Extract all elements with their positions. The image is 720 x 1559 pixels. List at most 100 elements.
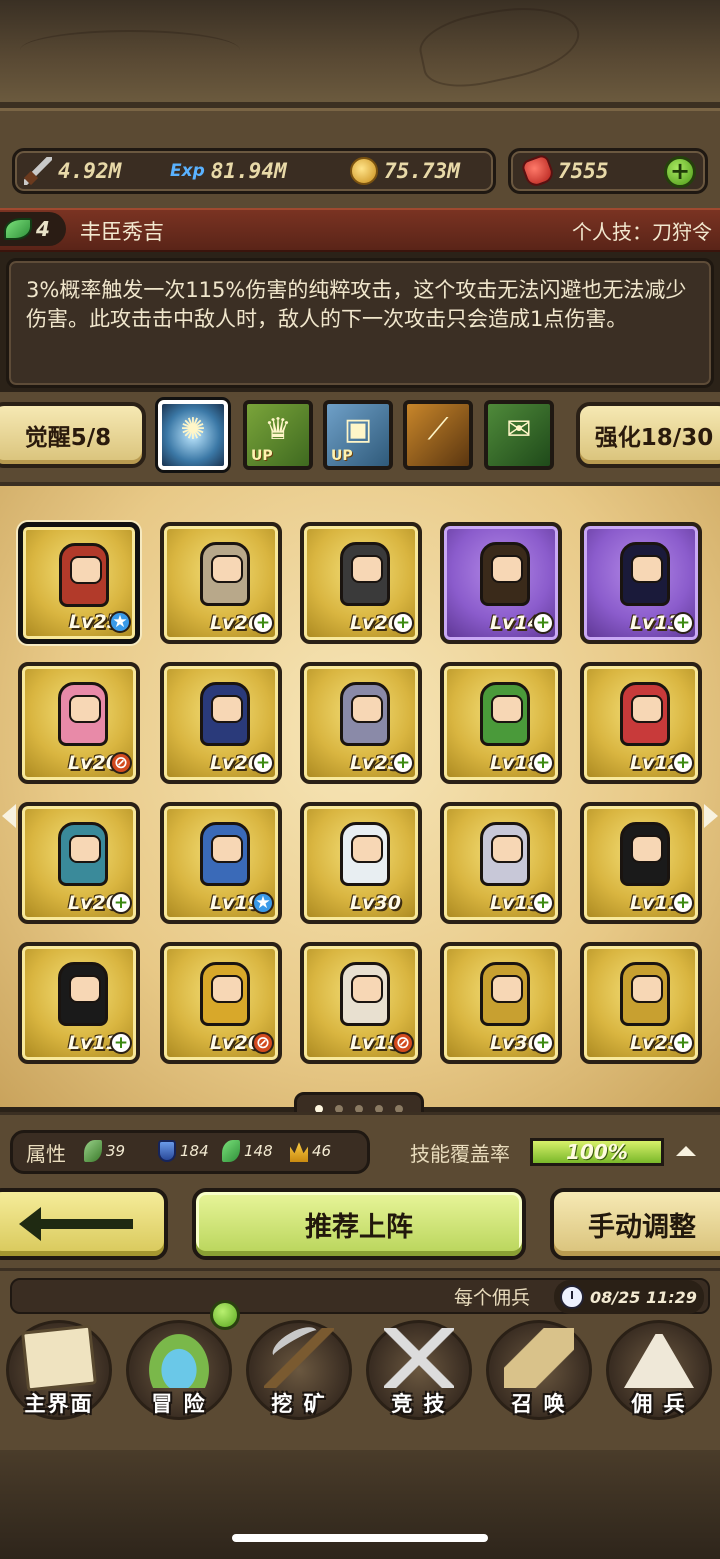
nav-label: 冒 险: [151, 1392, 207, 1416]
hero-card[interactable]: Lv30 +: [440, 942, 562, 1064]
hero-card[interactable]: Lv20 ⊘: [18, 662, 140, 784]
hero-card[interactable]: Lv18 +: [440, 662, 562, 784]
hero-sprite: [340, 962, 390, 1026]
nav-adventure[interactable]: 冒 险: [120, 1318, 238, 1422]
world-map-backdrop: [0, 0, 720, 108]
nav-mercenary[interactable]: 佣 兵: [600, 1318, 718, 1422]
leaf-icon: [84, 1140, 102, 1162]
attack-value: 4.92M: [58, 159, 122, 183]
notification-dot: [210, 1300, 240, 1330]
gem-icon: [222, 1140, 240, 1162]
map-sketch: [414, 0, 586, 96]
nav-label: 召 唤: [511, 1392, 567, 1416]
hero-sprite: [200, 822, 250, 886]
skill-slot-awaken[interactable]: ✺: [158, 400, 228, 470]
hero-card[interactable]: Lv23 +: [300, 662, 422, 784]
prev-page-arrow[interactable]: [2, 804, 16, 828]
sword-icon: [24, 157, 52, 185]
home-indicator[interactable]: [232, 1534, 488, 1542]
skill-coverage-bar: 100%: [530, 1138, 664, 1166]
skill-slot-weapon[interactable]: ⟋: [403, 400, 473, 470]
plus-badge-icon: +: [532, 892, 554, 914]
plus-badge-icon: +: [110, 892, 132, 914]
exp-icon: Exp: [170, 161, 205, 181]
add-gems-button[interactable]: +: [664, 156, 696, 188]
hero-card[interactable]: Lv26 +: [160, 522, 282, 644]
shield-icon: ▣: [343, 412, 373, 447]
plus-badge-icon: +: [532, 752, 554, 774]
gem-icon: [520, 153, 556, 189]
blocked-badge-icon: ⊘: [252, 1032, 274, 1054]
skill-slot-shield-up[interactable]: ▣ UP: [323, 400, 393, 470]
hero-card[interactable]: Lv14 +: [440, 522, 562, 644]
hero-level: 4: [36, 217, 50, 241]
hero-card[interactable]: Lv19 ★: [160, 802, 282, 924]
hero-sprite: [340, 682, 390, 746]
attr-shield-value: 184: [180, 1142, 209, 1160]
attr-leaf-value: 39: [106, 1142, 126, 1160]
plus-badge-icon: +: [392, 752, 414, 774]
nav-summon[interactable]: 召 唤: [480, 1318, 598, 1422]
plus-badge-icon: +: [532, 1032, 554, 1054]
back-button[interactable]: [0, 1188, 168, 1260]
nav-label: 主界面: [24, 1392, 94, 1416]
gem-resource: 7555: [520, 153, 609, 189]
nav-label: 竞 技: [391, 1392, 447, 1416]
skill-slot-crown-up[interactable]: ♛ UP: [243, 400, 313, 470]
attr-gem-value: 148: [244, 1142, 273, 1160]
island-icon: [144, 1328, 214, 1388]
hero-sprite: [480, 822, 530, 886]
leaf-icon: [4, 218, 32, 240]
hero-sprite: [200, 962, 250, 1026]
nav-arena[interactable]: 竞 技: [360, 1318, 478, 1422]
hero-card[interactable]: Lv20 +: [300, 522, 422, 644]
exp-resource: Exp 81.94M: [170, 156, 287, 186]
plus-badge-icon: +: [392, 612, 414, 634]
clock-icon: [560, 1285, 584, 1309]
awaken-button[interactable]: 觉醒5/8: [0, 402, 146, 468]
hero-sprite: [620, 962, 670, 1026]
crown-icon: [290, 1142, 308, 1162]
star-badge-icon: ★: [252, 892, 274, 914]
expand-caret-icon[interactable]: [676, 1146, 696, 1156]
hero-sprite: [620, 822, 670, 886]
nav-mining[interactable]: 挖 矿: [240, 1318, 358, 1422]
hero-card[interactable]: Lv30: [300, 802, 422, 924]
nav-main[interactable]: 主界面: [0, 1318, 118, 1422]
gem-value: 7555: [558, 159, 609, 183]
hero-card[interactable]: Lv15 ⊘: [300, 942, 422, 1064]
crossed-swords-icon: [384, 1328, 454, 1388]
crown-icon: ♛: [264, 412, 292, 447]
hero-sprite: [200, 542, 250, 606]
recommend-deploy-button[interactable]: 推荐上阵: [192, 1188, 526, 1260]
hero-card[interactable]: Lv13 +: [440, 802, 562, 924]
hero-level-badge: 4: [0, 212, 66, 246]
shield-icon: [158, 1140, 176, 1162]
hero-name: 丰臣秀吉: [80, 220, 164, 244]
lightning-orb-icon: ✺: [180, 412, 206, 447]
upgrade-button[interactable]: 强化18/30: [576, 402, 720, 468]
plus-badge-icon: +: [672, 892, 694, 914]
plus-badge-icon: +: [110, 1032, 132, 1054]
hero-card[interactable]: Lv11 +: [18, 942, 140, 1064]
coin-icon: [350, 157, 378, 185]
hero-sprite: [58, 682, 108, 746]
hero-card[interactable]: Lv12 +: [580, 662, 702, 784]
manual-adjust-button[interactable]: 手动调整: [550, 1188, 720, 1260]
next-page-arrow[interactable]: [704, 804, 718, 828]
hero-card[interactable]: Lv13 +: [580, 522, 702, 644]
hero-card[interactable]: Lv25 ★: [18, 522, 140, 644]
hero-card[interactable]: Lv11 +: [580, 802, 702, 924]
skill-slot-scroll[interactable]: ✉: [484, 400, 554, 470]
plus-badge-icon: +: [672, 612, 694, 634]
attr-leaf: 39: [84, 1140, 125, 1162]
nav-label: 佣 兵: [631, 1392, 687, 1416]
hero-card[interactable]: Lv25 +: [580, 942, 702, 1064]
hero-card[interactable]: Lv20 ⊘: [160, 942, 282, 1064]
nav-label: 挖 矿: [271, 1392, 327, 1416]
summon-scroll-icon: [504, 1328, 574, 1388]
pickaxe-icon: [264, 1328, 334, 1388]
hero-card[interactable]: Lv20 +: [160, 662, 282, 784]
hero-card[interactable]: Lv20 +: [18, 802, 140, 924]
plus-badge-icon: +: [672, 1032, 694, 1054]
